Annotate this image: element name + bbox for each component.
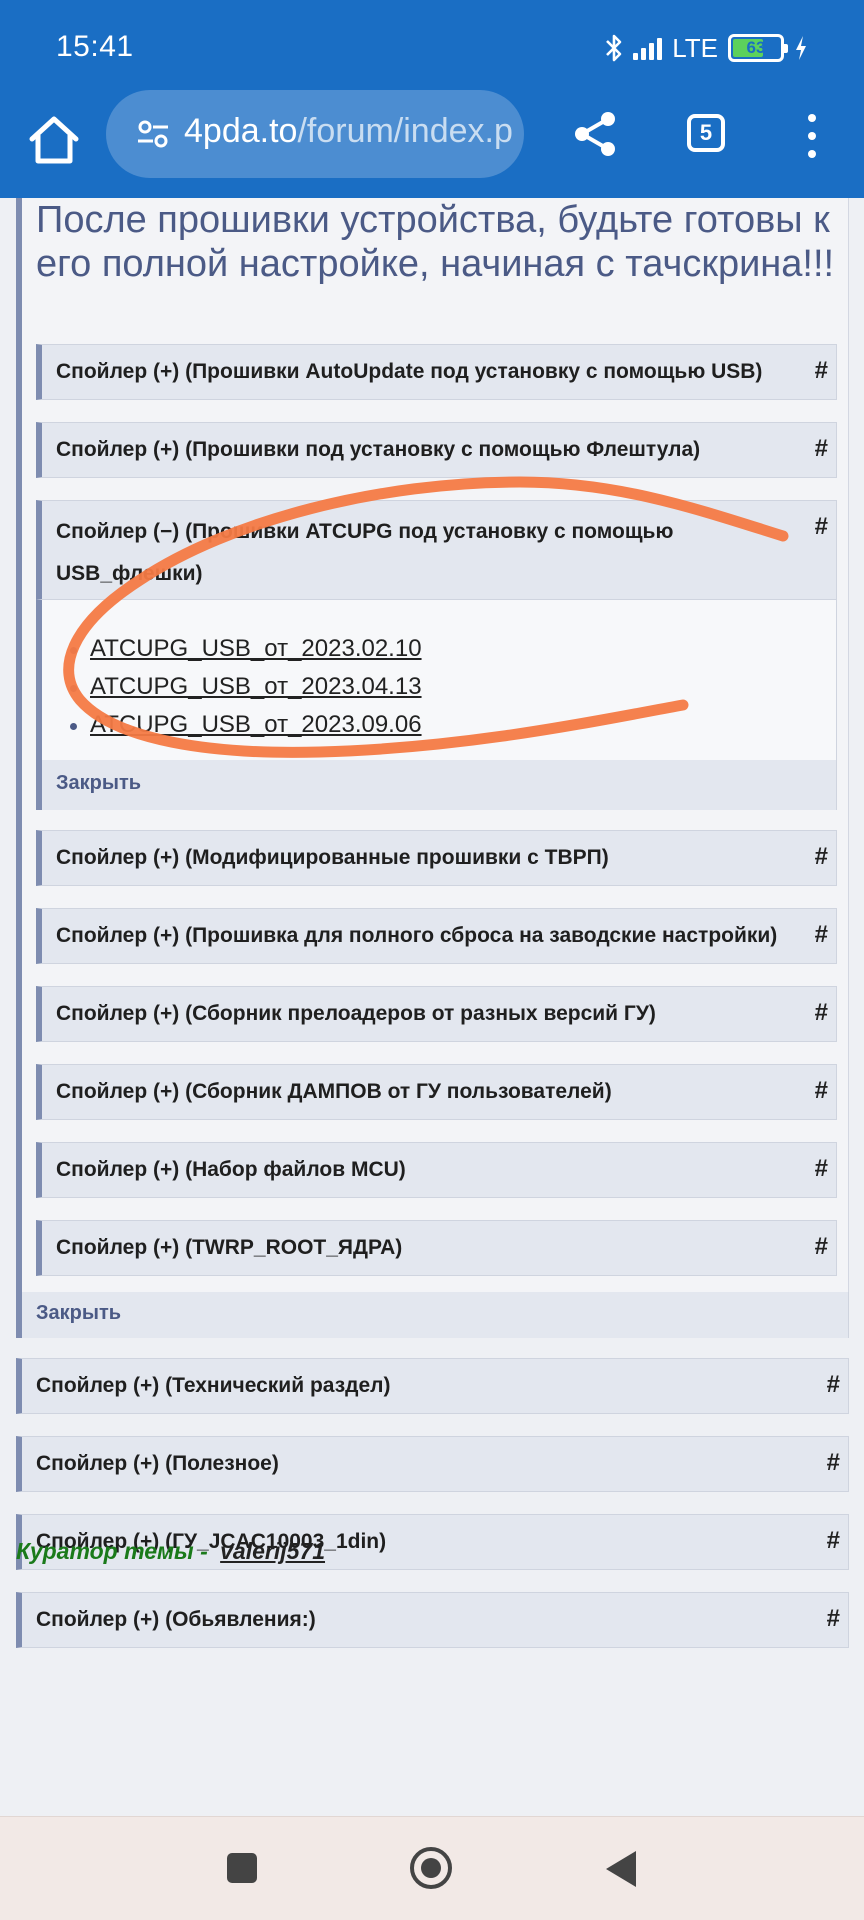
- spoiler-twrp-root[interactable]: Спойлер (+) (TWRP_ROOT_ЯДРА) #: [36, 1220, 837, 1276]
- spoiler-atcupg-open[interactable]: Спойлер (−) (Прошивки ATCUPG под установ…: [36, 500, 837, 600]
- tabs-button[interactable]: 5: [687, 114, 725, 152]
- spoiler-announcements[interactable]: Спойлер (+) (Обьявления:) #: [16, 1592, 849, 1648]
- spoiler-anchor-link[interactable]: #: [815, 435, 828, 463]
- spoiler-anchor-link[interactable]: #: [827, 1449, 840, 1477]
- back-triangle-icon[interactable]: [606, 1851, 636, 1887]
- spoiler-anchor-link[interactable]: #: [815, 513, 828, 541]
- close-outer-spoiler-button[interactable]: Закрыть: [16, 1292, 849, 1338]
- recent-apps-icon[interactable]: [227, 1853, 257, 1883]
- spoiler-label: Спойлер (+) (TWRP_ROOT_ЯДРА): [56, 1236, 403, 1259]
- spoiler-label: Спойлер (+) (Полезное): [36, 1452, 279, 1475]
- spoiler-label: Спойлер (+) (Прошивка для полного сброса…: [56, 924, 778, 947]
- spoiler-anchor-link[interactable]: #: [815, 1077, 828, 1105]
- spoiler-label: Спойлер (+) (Сборник ДАМПОВ от ГУ пользо…: [56, 1080, 612, 1103]
- firmware-link[interactable]: ATCUPG_USB_от_2023.09.06: [90, 711, 422, 738]
- signal-icon: [633, 36, 663, 60]
- topic-curator: Куратор темы - valerij571: [16, 1538, 325, 1565]
- spoiler-label: Спойлер (+) (Набор файлов MCU): [56, 1158, 406, 1181]
- spoiler-label: Спойлер (−) (Прошивки ATCUPG под установ…: [56, 520, 674, 585]
- network-type: LTE: [672, 32, 718, 63]
- address-bar[interactable]: 4pda.to/forum/index.p: [106, 90, 524, 178]
- forum-post-content: После прошивки устройства, будьте готовы…: [0, 198, 864, 1816]
- share-icon[interactable]: [572, 110, 620, 158]
- spoiler-anchor-link[interactable]: #: [827, 1605, 840, 1633]
- home-circle-icon[interactable]: [410, 1847, 452, 1889]
- spoiler-anchor-link[interactable]: #: [815, 1233, 828, 1261]
- more-menu-icon[interactable]: [802, 114, 822, 158]
- firmware-link-list: ATCUPG_USB_от_2023.02.10 ATCUPG_USB_от_2…: [70, 630, 422, 744]
- spoiler-factory-reset[interactable]: Спойлер (+) (Прошивка для полного сброса…: [36, 908, 837, 964]
- spoiler-anchor-link[interactable]: #: [815, 843, 828, 871]
- url-host: 4pda.to: [184, 112, 298, 150]
- spoiler-anchor-link[interactable]: #: [827, 1527, 840, 1555]
- close-label: Закрыть: [56, 772, 142, 794]
- site-settings-icon[interactable]: [136, 117, 170, 151]
- spoiler-preloaders[interactable]: Спойлер (+) (Сборник прелоадеров от разн…: [36, 986, 837, 1042]
- list-item[interactable]: ATCUPG_USB_от_2023.04.13: [70, 668, 422, 706]
- list-item[interactable]: ATCUPG_USB_от_2023.09.06: [70, 706, 422, 744]
- browser-top-bar: 15:41 LTE 63 4pda.to/forum/index.p 5: [0, 0, 864, 198]
- spoiler-anchor-link[interactable]: #: [815, 357, 828, 385]
- spoiler-label: Спойлер (+) (Прошивки AutoUpdate под уст…: [56, 360, 763, 383]
- bluetooth-icon: [606, 34, 622, 62]
- curator-label: Куратор темы -: [16, 1538, 215, 1564]
- spoiler-label: Спойлер (+) (Модифицированные прошивки с…: [56, 846, 609, 869]
- spoiler-label: Спойлер (+) (Прошивки под установку с по…: [56, 438, 701, 461]
- firmware-link[interactable]: ATCUPG_USB_от_2023.02.10: [90, 635, 422, 662]
- url-path: /forum/index.p: [297, 112, 513, 150]
- spoiler-flashtool[interactable]: Спойлер (+) (Прошивки под установку с по…: [36, 422, 837, 478]
- charging-icon: [796, 36, 806, 60]
- close-spoiler-button[interactable]: Закрыть: [36, 760, 837, 810]
- spoiler-autoupdate[interactable]: Спойлер (+) (Прошивки AutoUpdate под уст…: [36, 344, 837, 400]
- close-label: Закрыть: [36, 1302, 122, 1324]
- spoiler-useful[interactable]: Спойлер (+) (Полезное) #: [16, 1436, 849, 1492]
- battery-level: 63: [746, 38, 766, 57]
- spoiler-anchor-link[interactable]: #: [815, 921, 828, 949]
- spoiler-mcu-files[interactable]: Спойлер (+) (Набор файлов MCU) #: [36, 1142, 837, 1198]
- list-item[interactable]: ATCUPG_USB_от_2023.02.10: [70, 630, 422, 668]
- status-time: 15:41: [56, 30, 134, 63]
- spoiler-anchor-link[interactable]: #: [815, 1155, 828, 1183]
- battery-icon: 63: [728, 34, 788, 62]
- home-icon[interactable]: [26, 112, 82, 168]
- spoiler-label: Спойлер (+) (Технический раздел): [36, 1374, 391, 1397]
- spoiler-anchor-link[interactable]: #: [827, 1371, 840, 1399]
- url-text: 4pda.to/forum/index.p: [184, 112, 513, 151]
- spoiler-anchor-link[interactable]: #: [815, 999, 828, 1027]
- curator-profile-link[interactable]: valerij571: [220, 1538, 325, 1564]
- spoiler-label: Спойлер (+) (Сборник прелоадеров от разн…: [56, 1002, 656, 1025]
- spoiler-technical[interactable]: Спойлер (+) (Технический раздел) #: [16, 1358, 849, 1414]
- spoiler-dumps[interactable]: Спойлер (+) (Сборник ДАМПОВ от ГУ пользо…: [36, 1064, 837, 1120]
- post-heading: После прошивки устройства, будьте готовы…: [36, 199, 835, 285]
- spoiler-twrp-mods[interactable]: Спойлер (+) (Модифицированные прошивки с…: [36, 830, 837, 886]
- system-navigation-bar: [0, 1816, 864, 1920]
- status-bar: 15:41 LTE 63: [0, 0, 864, 90]
- spoiler-label: Спойлер (+) (Обьявления:): [36, 1608, 316, 1631]
- firmware-link[interactable]: ATCUPG_USB_от_2023.04.13: [90, 673, 422, 700]
